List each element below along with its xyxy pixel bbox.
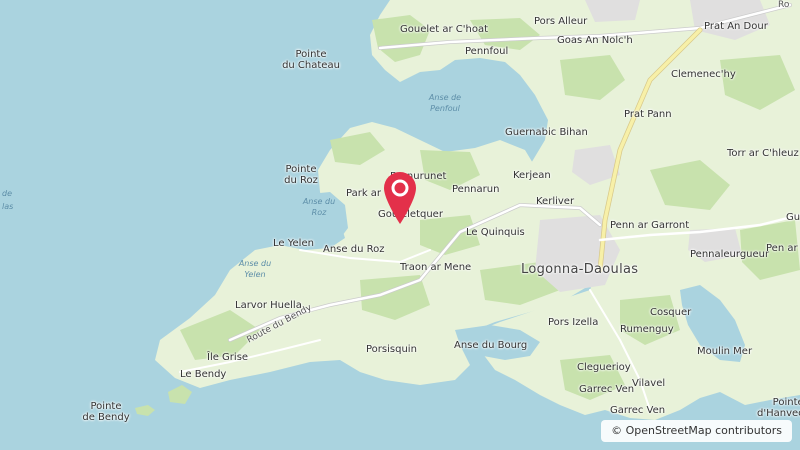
label-vilavel: Vilavel <box>632 378 666 389</box>
label-gouelet-ar-choat: Gouelet ar C'hoat <box>400 24 489 35</box>
label-prat-pann: Prat Pann <box>624 109 672 120</box>
label-kerjean: Kerjean <box>513 170 551 181</box>
label-anse-de-penfoul: Anse de Penfoul <box>428 93 462 113</box>
label-porsisquin: Porsisquin <box>366 344 417 355</box>
label-park-ar: Park ar <box>346 188 382 199</box>
label-goas-an-nolch: Goas An Nolc'h <box>557 35 633 46</box>
label-pointe-du-roz: Pointe du Roz <box>284 164 318 186</box>
label-pennfoul: Pennfoul <box>465 46 509 57</box>
label-pointe-dhanvec: Pointe d'Hanvec <box>757 397 800 419</box>
label-kerliver: Kerliver <box>536 196 575 207</box>
label-penn-ar-garront: Penn ar Garront <box>610 220 690 231</box>
label-logonna-daoulas: Logonna-Daoulas <box>521 262 639 277</box>
label-rumenguy: Rumenguy <box>620 324 674 335</box>
label-de-edge: de <box>2 189 12 198</box>
label-pors-izella: Pors Izella <box>548 317 599 328</box>
label-guernabic-bihan: Guernabic Bihan <box>505 127 588 138</box>
label-anse-du-yelen: Anse du Yelen <box>238 259 272 279</box>
label-cosquer: Cosquer <box>650 307 692 318</box>
label-moulin-mer: Moulin Mer <box>697 346 753 357</box>
attribution-link[interactable]: © OpenStreetMap contributors <box>601 420 792 442</box>
label-larvor-huella: Larvor Huella <box>235 300 302 311</box>
label-anse-du-roz: Anse du Roz <box>323 244 385 255</box>
map-pin-icon[interactable] <box>382 170 418 226</box>
label-pennarun: Pennarun <box>452 184 500 195</box>
label-pointe-de-bendy: Pointe de Bendy <box>82 401 130 423</box>
label-pen-ar-edge: Pen ar <box>766 243 798 254</box>
label-prat-an-dour: Prat An Dour <box>704 21 768 32</box>
label-torr-ar-chleuz: Torr ar C'hleuz <box>727 148 799 159</box>
label-ile-grise: Île Grise <box>207 352 249 363</box>
label-pennaleurgueur: Pennaleurgueur <box>690 249 770 260</box>
label-ro-edge: Ro <box>778 0 790 10</box>
label-clemenechy: Clemenec'hy <box>671 69 736 80</box>
label-anse-du-roz-water: Anse du Roz <box>302 197 336 217</box>
label-garrec-ven: Garrec Ven <box>579 384 635 395</box>
label-cleguerioy: Cleguerioy <box>577 362 631 373</box>
label-pointe-du-chateau: Pointe du Chateau <box>282 49 340 71</box>
label-traon-ar-mene: Traon ar Mene <box>400 262 472 273</box>
label-pors-alleur: Pors Alleur <box>534 16 588 27</box>
label-le-bendy: Le Bendy <box>180 369 227 380</box>
label-anse-du-bourg: Anse du Bourg <box>454 340 528 351</box>
label-garrec-ven-2: Garrec Ven <box>610 405 666 416</box>
label-le-yelen: Le Yelen <box>273 238 314 249</box>
label-las-edge: las <box>2 202 14 211</box>
label-le-quinquis: Le Quinquis <box>466 227 525 238</box>
label-gu-edge: Gu <box>786 212 800 223</box>
